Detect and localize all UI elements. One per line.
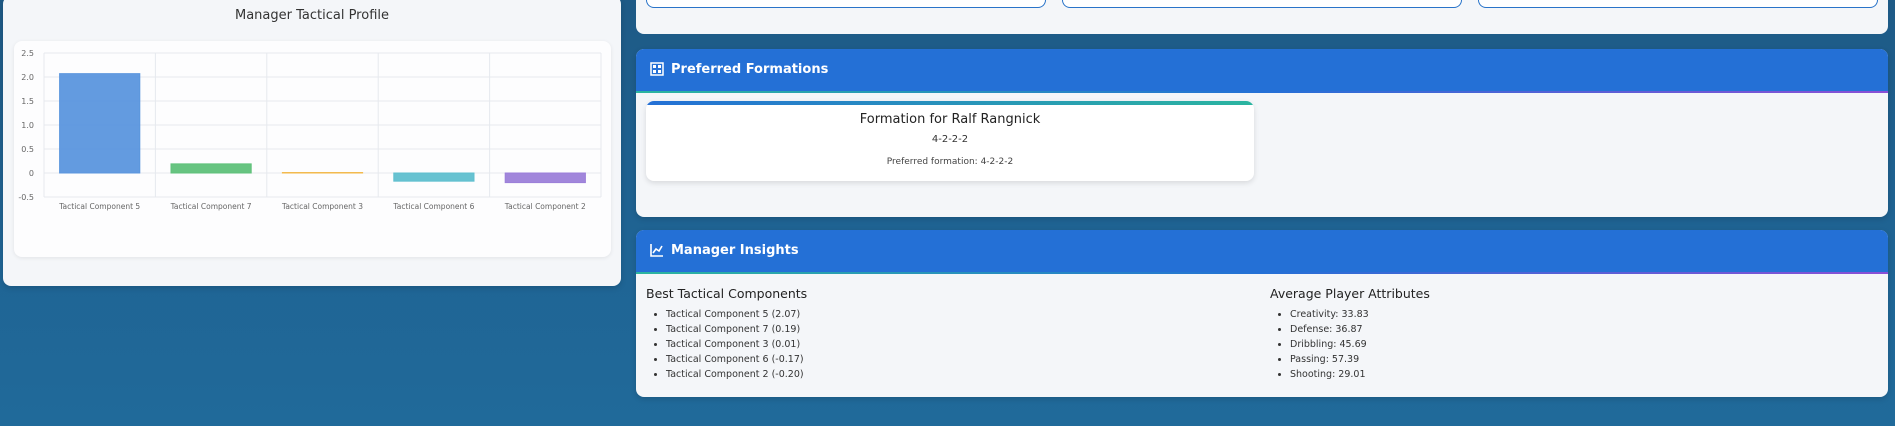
- top-stat-panel: [636, 0, 1888, 34]
- tactical-profile-card: Manager Tactical Profile 2.5 2.0 1.5 1.0 0.5…: [3, 0, 621, 286]
- preferred-formations-panel: Preferred Formations Formation for Ralf …: [636, 49, 1888, 217]
- list-item: Defense: 36.87: [1290, 322, 1430, 337]
- y-tick-label: 1.5: [21, 97, 34, 106]
- stat-card-stub: [1478, 0, 1878, 8]
- y-tick-label: 2.5: [21, 49, 34, 58]
- stat-card-stub: [646, 0, 1046, 8]
- x-tick-label: Tactical Component 7: [170, 202, 252, 211]
- best-components-list: Tactical Component 5 (2.07) Tactical Com…: [646, 307, 807, 382]
- chart-bar: [59, 73, 141, 174]
- list-item: Creativity: 33.83: [1290, 307, 1430, 322]
- grid-icon: [650, 62, 664, 76]
- avg-attributes-column: Average Player Attributes Creativity: 33…: [1270, 286, 1430, 382]
- formations-header: Preferred Formations: [636, 49, 1888, 91]
- list-item: Dribbling: 45.69: [1290, 337, 1430, 352]
- best-components-column: Best Tactical Components Tactical Compon…: [646, 286, 807, 382]
- insights-header-label: Manager Insights: [671, 242, 799, 258]
- chart-bar: [170, 163, 252, 174]
- formation-card: Formation for Ralf Rangnick 4-2-2-2 Pref…: [646, 101, 1254, 181]
- list-item: Tactical Component 5 (2.07): [666, 307, 807, 322]
- chart-icon: [650, 243, 664, 257]
- y-tick-label: -0.5: [18, 193, 34, 202]
- best-components-title: Best Tactical Components: [646, 286, 808, 301]
- manager-insights-panel: Manager Insights Best Tactical Component…: [636, 230, 1888, 397]
- card-accent-bar: [646, 101, 1254, 105]
- bar-chart: 2.5 2.0 1.5 1.0 0.5 0 -0.5 Tactical Component 5…: [18, 49, 602, 211]
- stat-card-stub: [1062, 0, 1462, 8]
- x-tick-label: Tactical Component 5: [58, 202, 140, 211]
- preferred-formation-text: Preferred formation: 4-2-2-2: [886, 157, 1014, 167]
- chart-bar: [393, 172, 475, 182]
- chart-bar: [281, 172, 364, 174]
- list-item: Passing: 57.39: [1290, 352, 1430, 367]
- y-tick-label: 0: [29, 169, 34, 178]
- formations-header-label: Preferred Formations: [671, 61, 829, 77]
- y-tick-label: 1.0: [21, 121, 34, 130]
- list-item: Tactical Component 7 (0.19): [666, 322, 807, 337]
- x-tick-label: Tactical Component 6: [392, 202, 474, 211]
- chart-area: 2.5 2.0 1.5 1.0 0.5 0 -0.5 Tactical Component 5…: [14, 41, 611, 257]
- avg-attributes-list: Creativity: 33.83 Defense: 36.87 Dribbli…: [1270, 307, 1430, 382]
- chart-bar: [504, 172, 586, 184]
- header-divider: [636, 272, 1888, 274]
- list-item: Shooting: 29.01: [1290, 367, 1430, 382]
- y-tick-label: 2.0: [21, 73, 34, 82]
- y-tick-label: 0.5: [21, 145, 34, 154]
- formation-code: 4-2-2-2: [931, 134, 969, 145]
- chart-title: Manager Tactical Profile: [234, 8, 389, 23]
- list-item: Tactical Component 3 (0.01): [666, 337, 807, 352]
- list-item: Tactical Component 2 (-0.20): [666, 367, 807, 382]
- x-tick-label: Tactical Component 2: [504, 202, 586, 211]
- formation-card-title: Formation for Ralf Rangnick: [859, 112, 1041, 127]
- list-item: Tactical Component 6 (-0.17): [666, 352, 807, 367]
- x-tick-label: Tactical Component 3: [281, 202, 363, 211]
- header-divider: [636, 91, 1888, 93]
- avg-attributes-title: Average Player Attributes: [1270, 286, 1430, 301]
- insights-header: Manager Insights: [636, 230, 1888, 272]
